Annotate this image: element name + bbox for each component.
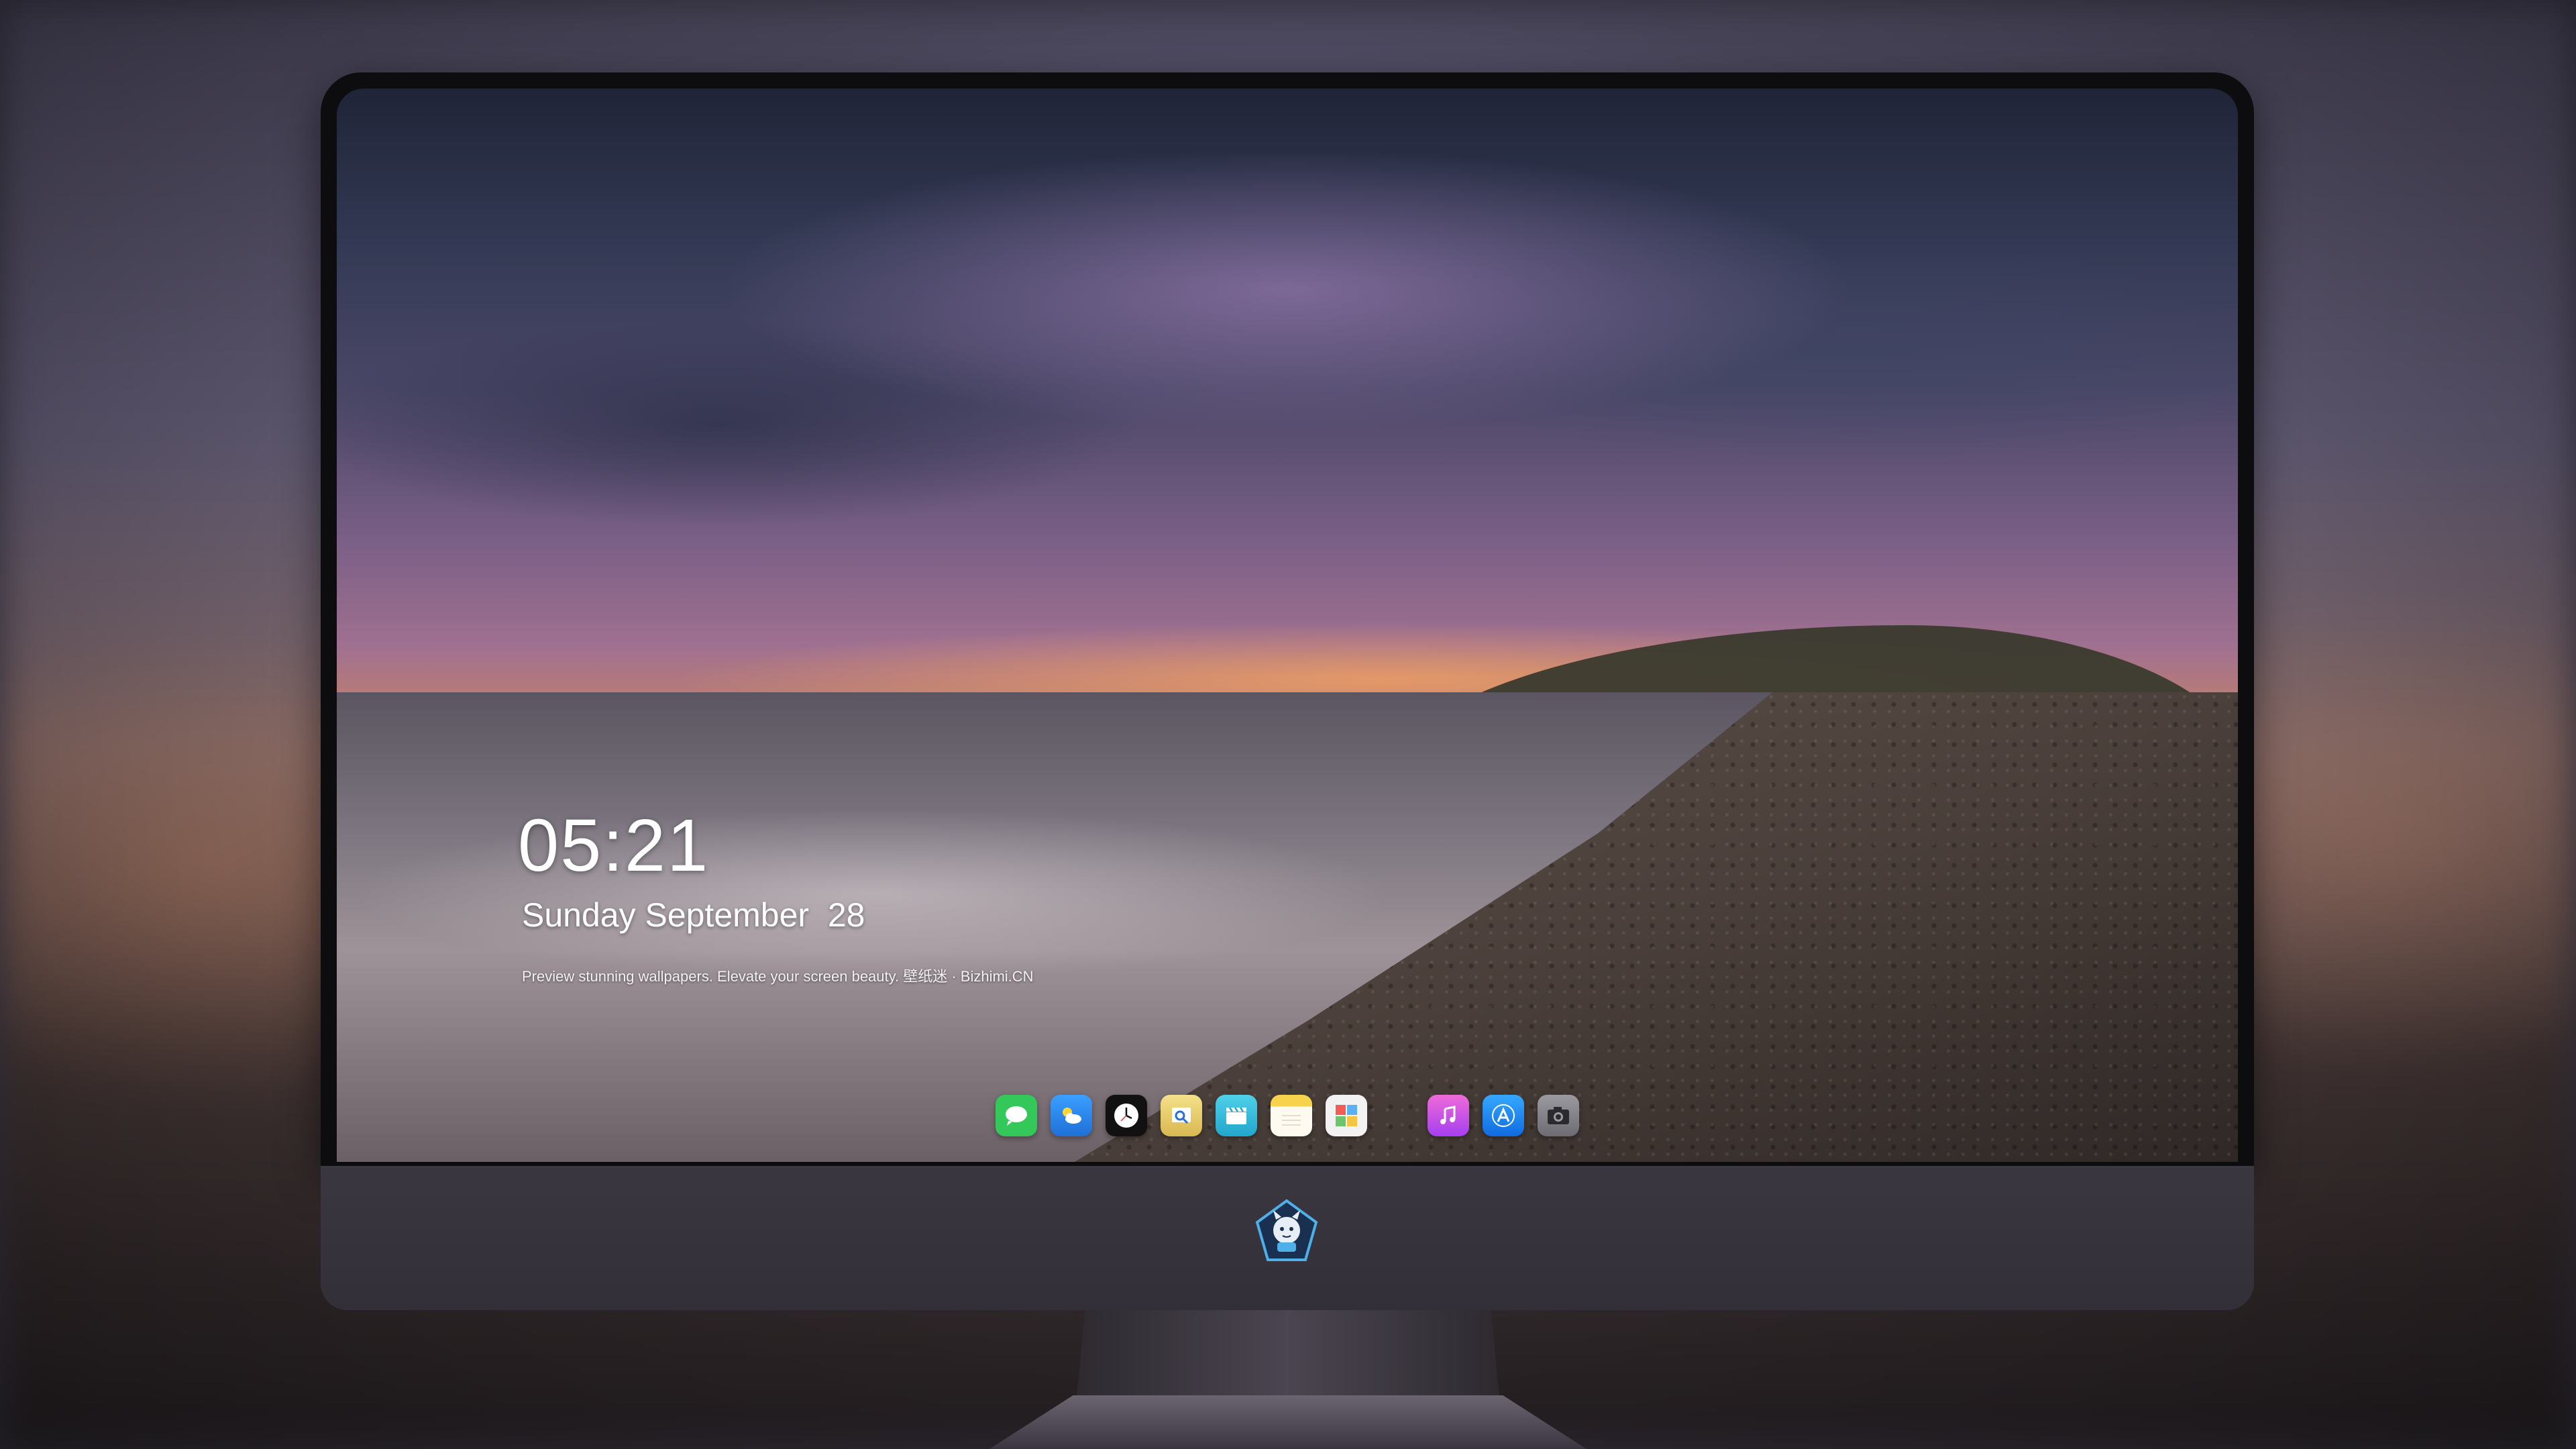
clips-icon[interactable]	[1216, 1095, 1257, 1136]
lockscreen-date: Sunday September 28	[522, 896, 865, 934]
imac-monitor: 05:21 Sunday September 28 Preview stunni…	[321, 72, 2254, 1310]
dock	[337, 1095, 2238, 1136]
messages-icon[interactable]	[996, 1095, 1037, 1136]
dock-group-right	[1428, 1095, 1579, 1136]
dock-separator	[1381, 1095, 1414, 1136]
monitor-bezel: 05:21 Sunday September 28 Preview stunni…	[321, 72, 2254, 1166]
camera-icon[interactable]	[1538, 1095, 1579, 1136]
lock-screen[interactable]: 05:21 Sunday September 28 Preview stunni…	[337, 89, 2238, 1162]
notes-icon[interactable]	[1271, 1095, 1312, 1136]
clock-icon[interactable]	[1106, 1095, 1147, 1136]
monitor-stand-foot	[989, 1395, 1587, 1449]
lockscreen-tagline: Preview stunning wallpapers. Elevate you…	[522, 968, 1034, 985]
mascot-logo-icon	[1253, 1198, 1320, 1265]
weather-icon[interactable]	[1051, 1095, 1092, 1136]
app-store-icon[interactable]	[1483, 1095, 1524, 1136]
lockscreen-clock: 05:21	[518, 804, 710, 887]
preview-icon[interactable]	[1161, 1095, 1202, 1136]
itunes-icon[interactable]	[1428, 1095, 1469, 1136]
dock-group-left	[996, 1095, 1367, 1136]
photo-booth-icon[interactable]	[1326, 1095, 1367, 1136]
monitor-stand-neck	[1077, 1310, 1499, 1397]
